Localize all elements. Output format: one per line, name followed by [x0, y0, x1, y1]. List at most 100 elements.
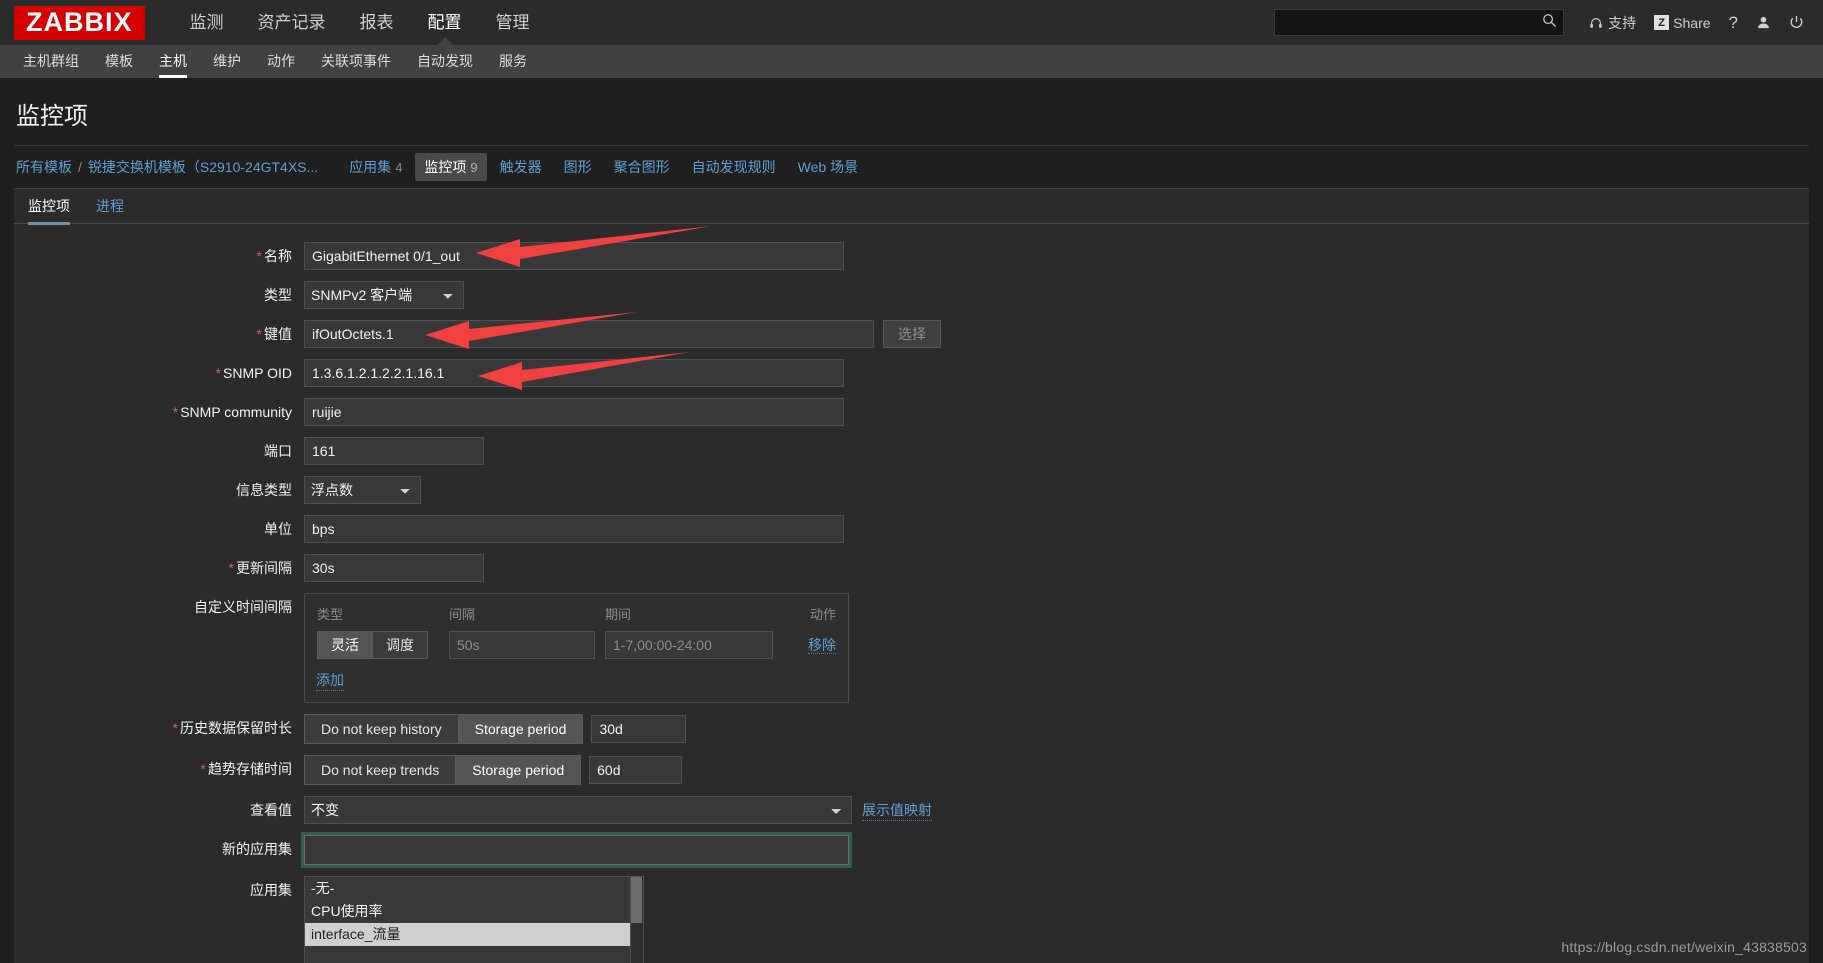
support-link[interactable]: 支持	[1589, 13, 1636, 33]
nav-item-administration[interactable]: 管理	[479, 0, 547, 45]
interval-period-field[interactable]	[605, 631, 773, 659]
interval-kind-flexible-button[interactable]: 灵活	[317, 631, 373, 659]
share-label: Share	[1673, 14, 1711, 31]
nav-item-inventory[interactable]: 资产记录	[241, 0, 343, 45]
label-trends: * 趋势存储时间	[14, 755, 304, 783]
snmp-community-field[interactable]	[304, 398, 844, 426]
interval-add-link[interactable]: 添加	[316, 670, 344, 691]
subnav-item-hosts[interactable]: 主机	[146, 45, 200, 78]
label-snmp-community: * SNMP community	[14, 398, 304, 426]
user-profile-link[interactable]	[1756, 15, 1771, 30]
subnav-item-templates[interactable]: 模板	[92, 45, 146, 78]
crumb-tab-discovery-rules[interactable]: 自动发现规则	[683, 153, 785, 181]
show-value-select[interactable]: 不变	[304, 796, 852, 824]
subnav-item-services[interactable]: 服务	[486, 45, 540, 78]
interval-kind-scheduling-button[interactable]: 调度	[373, 631, 428, 659]
history-storage-period-button[interactable]: Storage period	[458, 714, 584, 744]
app-header: ZABBIX 监测 资产记录 报表 配置 管理 支持 Z Share ?	[0, 0, 1823, 45]
interval-action-cell: 移除	[782, 630, 837, 662]
update-interval-field[interactable]	[304, 554, 484, 582]
new-application-field[interactable]	[301, 832, 852, 868]
form-row-history: * 历史数据保留时长 Do not keep history Storage pe…	[14, 714, 1809, 744]
applications-scrollbar[interactable]	[630, 877, 643, 963]
required-marker: *	[172, 720, 178, 736]
interval-value-field[interactable]	[449, 631, 595, 659]
label-name-text: 名称	[264, 248, 292, 264]
trends-storage-period-button[interactable]: Storage period	[456, 755, 582, 785]
form-tab-preprocessing[interactable]: 进程	[96, 189, 124, 224]
form-row-type: 类型 SNMPv2 客户端	[14, 281, 1809, 309]
required-marker: *	[228, 560, 234, 576]
global-search[interactable]	[1274, 9, 1565, 36]
form-tab-item[interactable]: 监控项	[28, 189, 70, 225]
logout-link[interactable]	[1789, 15, 1804, 30]
application-option-cpu[interactable]: CPU使用率	[305, 900, 643, 923]
label-custom-intervals: 自定义时间间隔	[194, 599, 292, 615]
header-interval-action: 动作	[809, 607, 836, 622]
zshare-icon: Z	[1654, 15, 1670, 30]
trends-mode-toggle[interactable]: Do not keep trends Storage period	[304, 755, 582, 785]
subnav-item-actions[interactable]: 动作	[254, 45, 308, 78]
header-interval-type: 类型	[317, 607, 344, 622]
crumb-tab-web-scenarios[interactable]: Web 场景	[789, 153, 867, 181]
snmp-oid-field[interactable]	[304, 359, 844, 387]
support-label: 支持	[1608, 14, 1637, 31]
history-mode-toggle[interactable]: Do not keep history Storage period	[304, 714, 584, 744]
form-row-value-type: 信息类型 浮点数	[14, 476, 1809, 504]
nav-item-monitoring[interactable]: 监测	[173, 0, 241, 45]
name-field[interactable]	[304, 242, 844, 270]
form-row-show-value: 查看值 不变 展示值映射	[14, 796, 1809, 824]
label-key: * 键值	[14, 320, 304, 348]
help-link[interactable]: ?	[1729, 13, 1738, 33]
label-units: 单位	[264, 521, 292, 537]
crumb-tab-applications[interactable]: 应用集 4	[340, 153, 411, 181]
label-new-application: 新的应用集	[222, 841, 292, 857]
history-do-not-keep-button[interactable]: Do not keep history	[304, 714, 459, 744]
trends-do-not-keep-button[interactable]: Do not keep trends	[304, 755, 457, 785]
units-field[interactable]	[304, 515, 844, 543]
zabbix-logo[interactable]: ZABBIX	[14, 5, 145, 40]
subnav-item-host-groups[interactable]: 主机群组	[10, 45, 92, 78]
form-row-trends: * 趋势存储时间 Do not keep trends Storage perio…	[14, 755, 1809, 785]
header-actions: 支持 Z Share ?	[1274, 0, 1813, 45]
interval-kind-toggle[interactable]: 灵活 调度	[317, 631, 428, 659]
crumb-tab-items[interactable]: 监控项 9	[415, 153, 487, 181]
subnav-item-correlation[interactable]: 关联项事件	[308, 45, 404, 78]
header-interval-period: 期间	[605, 607, 632, 622]
breadcrumb-template-name[interactable]: 锐捷交换机模板（S2910-24GT4XS...	[88, 157, 318, 177]
key-field[interactable]	[304, 320, 874, 348]
key-select-button[interactable]: 选择	[883, 320, 941, 348]
type-select[interactable]: SNMPv2 客户端	[304, 281, 464, 309]
label-trends-text: 趋势存储时间	[208, 761, 292, 777]
form-row-port: 端口	[14, 437, 1809, 465]
crumb-tab-graphs[interactable]: 图形	[555, 153, 601, 181]
application-option-interface-traffic[interactable]: interface_流量	[305, 923, 643, 946]
subnav-item-discovery[interactable]: 自动发现	[404, 45, 486, 78]
subnav-item-maintenance[interactable]: 维护	[200, 45, 254, 78]
crumb-tab-screens[interactable]: 聚合图形	[605, 153, 679, 181]
label-value-type: 信息类型	[236, 482, 292, 498]
search-input[interactable]	[1283, 14, 1543, 31]
value-type-select[interactable]: 浮点数	[304, 476, 421, 504]
interval-remove-link[interactable]: 移除	[808, 637, 836, 654]
label-snmp-community-text: SNMP community	[180, 404, 292, 420]
nav-item-reports[interactable]: 报表	[343, 0, 411, 45]
interval-period-cell	[604, 630, 782, 662]
value-mapping-link[interactable]: 展示值映射	[862, 800, 932, 821]
label-history-text: 历史数据保留时长	[180, 720, 292, 736]
share-link[interactable]: Z Share	[1654, 14, 1711, 31]
search-icon[interactable]	[1542, 13, 1557, 33]
watermark: https://blog.csdn.net/weixin_43838503	[1561, 939, 1807, 955]
trends-period-field[interactable]	[589, 756, 683, 784]
port-field[interactable]	[304, 437, 484, 465]
nav-item-configuration[interactable]: 配置	[411, 0, 479, 45]
applications-listbox[interactable]: -无- CPU使用率 interface_流量	[304, 876, 644, 963]
crumb-tab-triggers[interactable]: 触发器	[491, 153, 551, 181]
form-row-update-interval: * 更新间隔	[14, 554, 1809, 582]
label-history: * 历史数据保留时长	[14, 714, 304, 742]
breadcrumb-all-templates[interactable]: 所有模板	[16, 157, 72, 177]
required-marker: *	[256, 248, 262, 264]
history-period-field[interactable]	[591, 715, 687, 743]
application-option-none[interactable]: -无-	[305, 877, 643, 900]
applications-scrollbar-thumb[interactable]	[631, 877, 642, 923]
